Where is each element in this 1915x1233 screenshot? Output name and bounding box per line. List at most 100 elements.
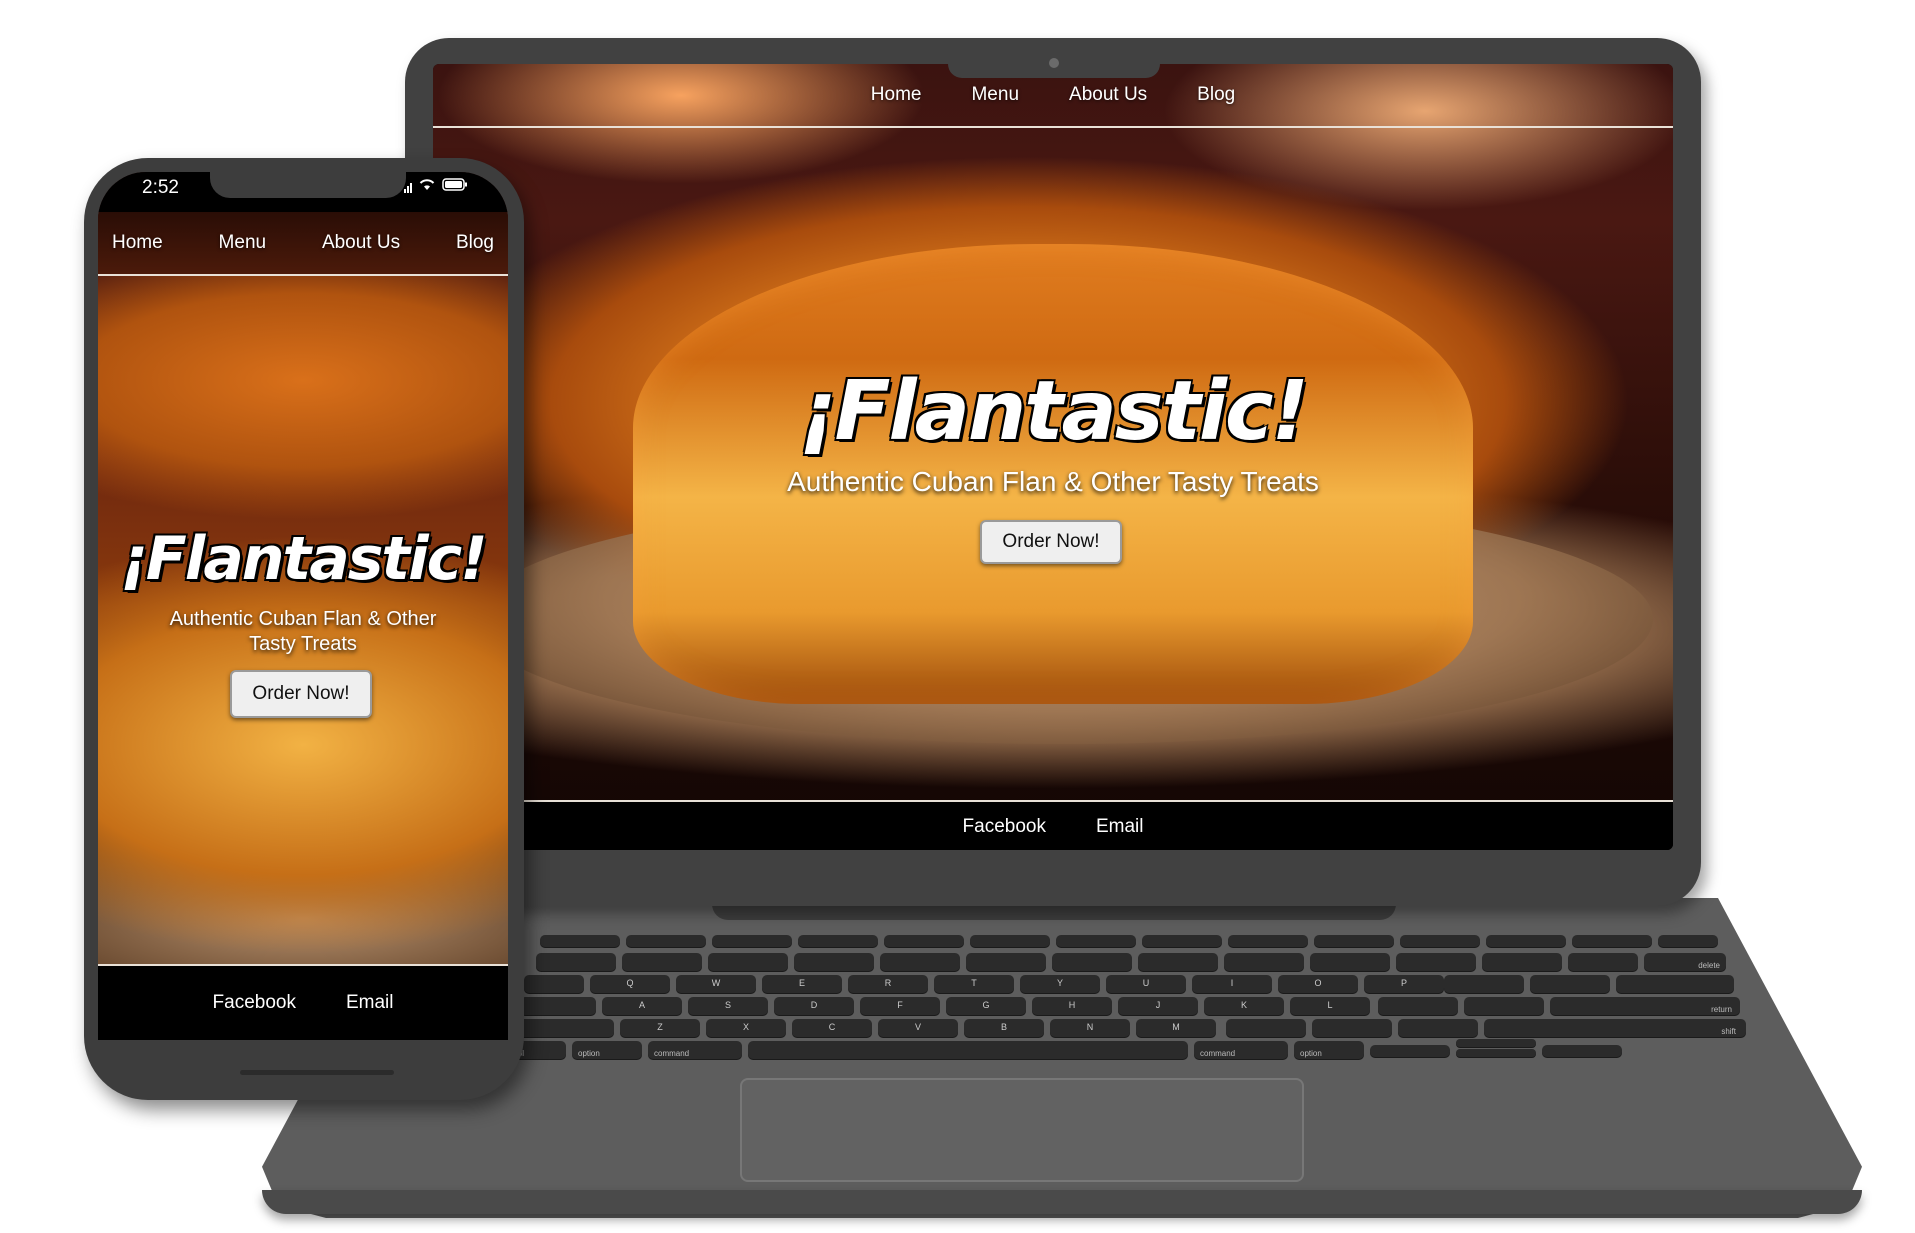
keyboard-key-a: A	[602, 997, 682, 1015]
keyboard-key-caps	[520, 997, 596, 1015]
keyboard-key-arrow-left	[1370, 1045, 1450, 1057]
keyboard-key-delete: delete	[1644, 953, 1726, 971]
keyboard-key-t: T	[934, 975, 1014, 993]
keyboard-key	[1444, 975, 1524, 993]
key-label: A	[638, 1000, 645, 1010]
keyboard-key	[798, 935, 878, 947]
keyboard-key-q: Q	[590, 975, 670, 993]
key-label: V	[914, 1022, 921, 1032]
phone-home-indicator	[240, 1070, 394, 1075]
key-label: M	[1172, 1022, 1180, 1032]
keyboard-key-command-left: command	[648, 1041, 742, 1059]
phone-order-now-button[interactable]: Order Now!	[230, 670, 372, 718]
keyboard-key	[1616, 975, 1734, 993]
key-label: Y	[1056, 978, 1063, 988]
keyboard-key-s: S	[688, 997, 768, 1015]
key-label: G	[982, 1000, 990, 1010]
keyboard-key-w: W	[676, 975, 756, 993]
nav-about-link[interactable]: About Us	[1069, 84, 1147, 106]
keyboard-key-shift-right: shift	[1484, 1019, 1746, 1037]
footer-email-link[interactable]: Email	[1096, 816, 1144, 838]
laptop-keyboard: delete Q W E R T Y U I O P A S D F G H J K L return Z X C V B…	[500, 935, 1746, 1063]
keyboard-key	[1568, 953, 1638, 971]
key-label: Z	[657, 1022, 663, 1032]
phone-status-icons	[404, 178, 468, 196]
keyboard-key	[1396, 953, 1476, 971]
keyboard-key-e: E	[762, 975, 842, 993]
keyboard-key-shift-left	[514, 1019, 614, 1037]
wifi-icon	[418, 178, 436, 196]
nav-blog-link[interactable]: Blog	[1197, 84, 1235, 106]
keyboard-key	[708, 953, 788, 971]
battery-icon	[442, 178, 468, 196]
phone-hero-subtitle-line2: Tasty Treats	[249, 633, 357, 655]
keyboard-key-o: O	[1278, 975, 1358, 993]
keyboard-key-arrow-up	[1456, 1039, 1536, 1047]
keyboard-key	[1486, 935, 1566, 947]
keyboard-key	[1464, 997, 1544, 1015]
nav-home-link[interactable]: Home	[871, 84, 922, 106]
keyboard-key	[540, 935, 620, 947]
keyboard-key-k: K	[1204, 997, 1284, 1015]
keyboard-key-m: M	[1136, 1019, 1216, 1037]
order-now-button[interactable]: Order Now!	[980, 520, 1122, 564]
signal-icon	[404, 181, 412, 193]
key-label: P	[1400, 978, 1407, 988]
key-label: return	[1711, 1005, 1732, 1014]
keyboard-key-l: L	[1290, 997, 1370, 1015]
key-label: B	[1000, 1022, 1007, 1032]
key-label: S	[724, 1000, 731, 1010]
phone-footer: Facebook Email	[98, 964, 508, 1040]
keyboard-key	[880, 953, 960, 971]
key-label: C	[828, 1022, 836, 1032]
phone-hero-subtitle-line1: Authentic Cuban Flan & Other	[169, 608, 437, 630]
key-label: R	[884, 978, 892, 988]
keyboard-key-p: P	[1364, 975, 1444, 993]
keyboard-key-space	[748, 1041, 1188, 1059]
hero-title: ¡Flantastic!	[799, 364, 1309, 459]
phone-nav-about-link[interactable]: About Us	[322, 232, 400, 254]
key-label: L	[1327, 1000, 1333, 1010]
key-label: Q	[626, 978, 634, 988]
keyboard-key	[1658, 935, 1718, 947]
keyboard-key-b: B	[964, 1019, 1044, 1037]
keyboard-key	[884, 935, 964, 947]
phone-nav-blog-link[interactable]: Blog	[456, 232, 494, 254]
keyboard-key	[1398, 1019, 1478, 1037]
key-label: D	[810, 1000, 818, 1010]
camera-icon	[1049, 58, 1059, 68]
key-label: H	[1068, 1000, 1076, 1010]
keyboard-key-i: I	[1192, 975, 1272, 993]
phone-status-time: 2:52	[142, 177, 179, 198]
phone-footer-email-link[interactable]: Email	[346, 992, 394, 1014]
key-label: K	[1240, 1000, 1247, 1010]
key-label: O	[1314, 978, 1322, 988]
phone-nav-home-link[interactable]: Home	[112, 232, 163, 254]
keyboard-key	[1400, 935, 1480, 947]
keyboard-key-option-right: option	[1294, 1041, 1364, 1059]
keyboard-key	[966, 953, 1046, 971]
keyboard-key	[622, 953, 702, 971]
keyboard-key	[626, 935, 706, 947]
keyboard-key-r: R	[848, 975, 928, 993]
phone-footer-facebook-link[interactable]: Facebook	[213, 992, 296, 1014]
keyboard-key-u: U	[1106, 975, 1186, 993]
footer-facebook-link[interactable]: Facebook	[963, 816, 1046, 838]
key-label: W	[711, 978, 721, 988]
phone-nav-menu-link[interactable]: Menu	[219, 232, 267, 254]
phone-navbar: Home Menu About Us Blog	[98, 212, 508, 276]
laptop-base-lip	[262, 1190, 1862, 1214]
keyboard-key	[1142, 935, 1222, 947]
keyboard-key-c: C	[792, 1019, 872, 1037]
keyboard-key	[1530, 975, 1610, 993]
keyboard-key-f: F	[860, 997, 940, 1015]
keyboard-key	[1228, 935, 1308, 947]
phone-hero-title: ¡Flantastic!	[120, 524, 487, 594]
keyboard-key	[1482, 953, 1562, 971]
nav-menu-link[interactable]: Menu	[971, 84, 1019, 106]
keyboard-key	[1138, 953, 1218, 971]
keyboard-key-h: H	[1032, 997, 1112, 1015]
keyboard-key	[1224, 953, 1304, 971]
laptop-trackpad[interactable]	[740, 1078, 1304, 1182]
keyboard-key-arrow-right	[1542, 1045, 1622, 1057]
